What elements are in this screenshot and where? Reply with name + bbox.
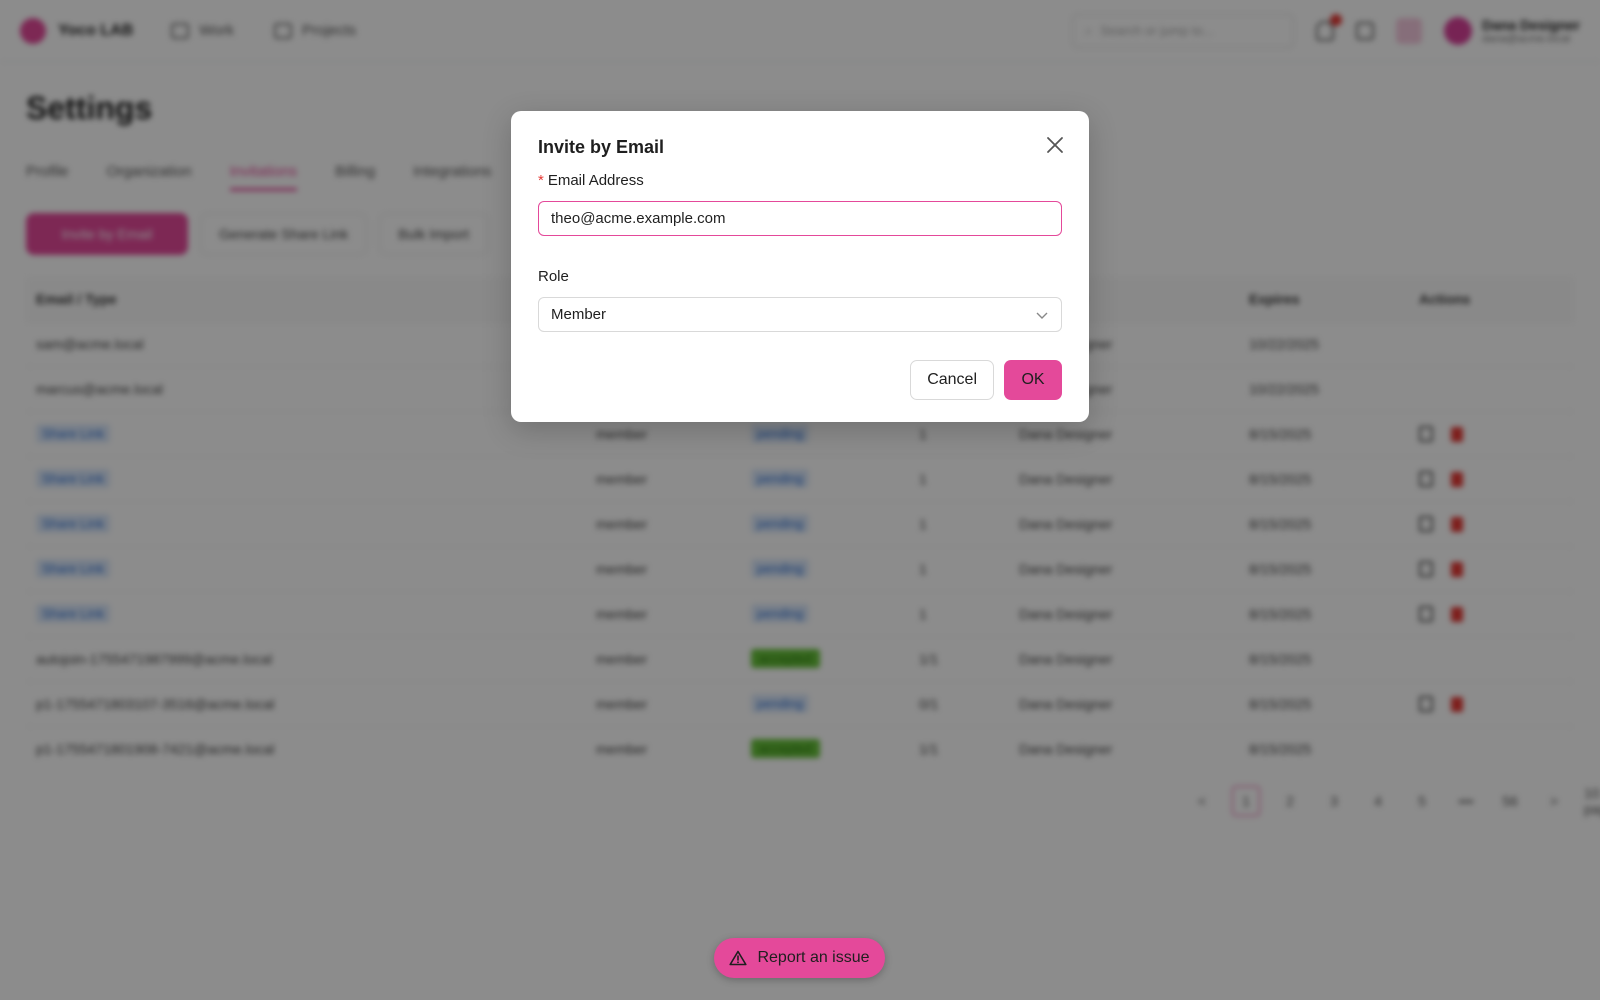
chevron-down-icon — [1036, 312, 1048, 319]
role-label: Role — [538, 268, 569, 285]
required-mark: * — [538, 172, 544, 189]
email-label: * Email Address — [538, 172, 1062, 189]
report-issue-button[interactable]: Report an issue — [714, 938, 885, 978]
email-label-text: Email Address — [547, 172, 644, 189]
warning-icon — [729, 950, 748, 966]
ok-button[interactable]: OK — [1004, 360, 1062, 400]
modal-title: Invite by Email — [538, 137, 665, 157]
modal-footer: Cancel OK — [910, 360, 1062, 400]
email-field[interactable] — [538, 201, 1062, 236]
close-icon-svg — [1047, 137, 1063, 153]
close-icon[interactable] — [1043, 133, 1067, 157]
role-selected-value: Member — [551, 306, 607, 323]
role-select[interactable]: Member — [538, 297, 1062, 332]
invite-modal: Invite by Email *Email Address Role Memb… — [511, 111, 1089, 422]
report-issue-label: Report an issue — [757, 949, 870, 966]
cancel-button[interactable]: Cancel — [910, 360, 994, 400]
